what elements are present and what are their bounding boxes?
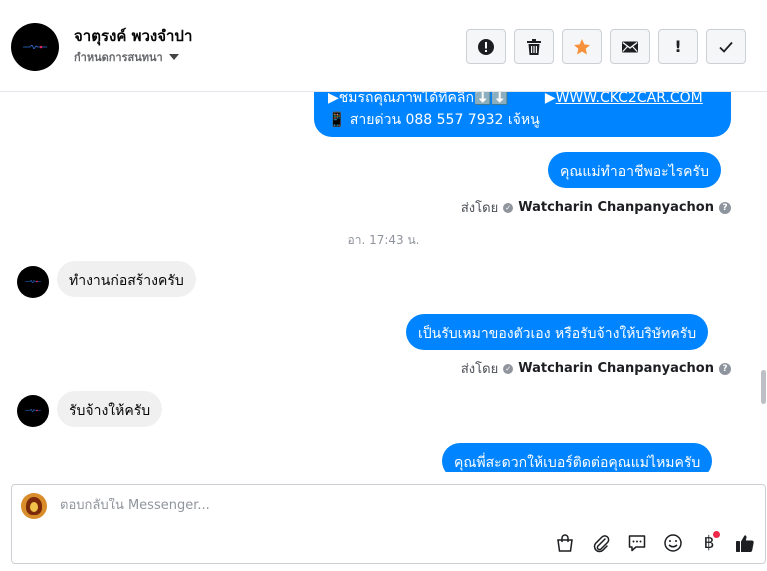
check-icon: ✓ xyxy=(503,363,514,374)
checkmark-icon xyxy=(719,41,733,53)
heartbeat-logo-icon xyxy=(23,45,47,49)
payment-button[interactable]: ฿ xyxy=(697,531,721,555)
caret-down-icon xyxy=(168,54,179,60)
message-thread[interactable]: ▶ชมรถคุณภาพได้ที่คลิก⬇️⬇️ ▶WWW.CKC2CAR.CO… xyxy=(0,92,761,472)
manage-conversation-label: กำหนดการสนทนา xyxy=(74,51,163,64)
outgoing-message[interactable]: ▶ชมรถคุณภาพได้ที่คลิก⬇️⬇️ ▶WWW.CKC2CAR.CO… xyxy=(314,92,731,137)
message-text: รับจ้างให้ครับ xyxy=(69,403,151,419)
message-text: เป็นรับเหมาของตัวเอง หรือรับจ้างให้บริษั… xyxy=(418,326,697,342)
message-text: คุณพี่สะดวกให้เบอร์ติดต่อคุณแม่ไหมครับ xyxy=(454,455,701,471)
star-button[interactable] xyxy=(562,29,602,64)
sender-name: Watcharin Chanpanyachon xyxy=(518,361,714,376)
contact-name[interactable]: จาตุรงค์ พวงจำปา xyxy=(74,24,192,48)
sent-by-info: ส่งโดย ✓ Watcharin Chanpanyachon ? xyxy=(461,197,731,218)
scroll-thumb[interactable] xyxy=(761,370,766,404)
mark-important-button[interactable]: ! xyxy=(658,29,698,64)
emoji-button[interactable] xyxy=(661,531,685,555)
composer-tools: ฿ xyxy=(553,531,757,555)
message-text: คุณแม่ทำอาชีพอะไรครับ xyxy=(560,164,709,180)
sender-name: Watcharin Chanpanyachon xyxy=(518,200,714,215)
manage-conversation-dropdown[interactable]: กำหนดการสนทนา xyxy=(74,48,179,66)
trash-icon xyxy=(527,38,541,55)
message-text: 📱 สายด่วน 088 557 7932 เจ้หนู xyxy=(328,112,540,128)
heartbeat-logo-icon xyxy=(25,280,41,283)
incoming-message[interactable]: รับจ้างให้ครับ xyxy=(57,391,163,427)
notification-dot xyxy=(713,531,720,538)
paperclip-icon xyxy=(593,535,610,553)
contact-avatar-small[interactable] xyxy=(17,395,49,427)
reply-input[interactable] xyxy=(60,498,660,513)
shopping-bag-button[interactable] xyxy=(553,531,577,555)
conversation-toolbar: ! xyxy=(466,29,746,64)
smiley-icon xyxy=(664,534,682,552)
play-arrow: ▶ xyxy=(544,92,556,106)
report-spam-button[interactable] xyxy=(466,29,506,64)
sent-by-label: ส่งโดย xyxy=(460,201,499,216)
message-text: ทำงานก่อสร้างครับ xyxy=(69,273,184,289)
exclamation-icon: ! xyxy=(674,37,682,56)
like-button[interactable] xyxy=(733,531,757,555)
check-icon: ✓ xyxy=(503,202,514,213)
alert-circle-icon xyxy=(478,38,494,55)
outgoing-message[interactable]: เป็นรับเหมาของตัวเอง หรือรับจ้างให้บริษั… xyxy=(406,314,709,350)
avatar-face xyxy=(30,502,38,512)
sent-by-label: ส่งโดย xyxy=(460,362,499,377)
heartbeat-logo-icon xyxy=(25,409,41,412)
incoming-message[interactable]: ทำงานก่อสร้างครับ xyxy=(57,261,196,297)
timestamp: อา. 17:43 น. xyxy=(347,233,420,247)
help-icon[interactable]: ? xyxy=(719,362,731,375)
star-icon xyxy=(574,38,590,54)
envelope-icon xyxy=(622,41,638,52)
outgoing-message[interactable]: คุณพี่สะดวกให้เบอร์ติดต่อคุณแม่ไหมครับ xyxy=(442,443,713,472)
shopping-bag-icon xyxy=(557,534,573,552)
saved-replies-button[interactable] xyxy=(625,531,649,555)
outgoing-message[interactable]: คุณแม่ทำอาชีพอะไรครับ xyxy=(548,152,721,188)
attach-button[interactable] xyxy=(589,531,613,555)
email-button[interactable] xyxy=(610,29,650,64)
sent-by-info: ส่งโดย ✓ Watcharin Chanpanyachon ? xyxy=(461,358,731,379)
contact-avatar[interactable] xyxy=(11,23,59,71)
conversation-header: จาตุรงค์ พวงจำปา กำหนดการสนทนา ! xyxy=(0,0,767,92)
page-avatar xyxy=(21,493,47,519)
message-text: ▶ชมรถคุณภาพได้ที่คลิก⬇️⬇️ xyxy=(328,92,509,106)
speech-bubble-icon xyxy=(628,535,646,552)
reply-composer: ฿ xyxy=(11,484,766,564)
scrollbar[interactable] xyxy=(761,92,767,472)
help-icon[interactable]: ? xyxy=(719,201,731,214)
contact-avatar-small[interactable] xyxy=(17,266,49,298)
thumbs-up-icon xyxy=(736,535,754,552)
website-link[interactable]: WWW.CKC2CAR.COM xyxy=(556,92,703,106)
delete-button[interactable] xyxy=(514,29,554,64)
mark-done-button[interactable] xyxy=(706,29,746,64)
